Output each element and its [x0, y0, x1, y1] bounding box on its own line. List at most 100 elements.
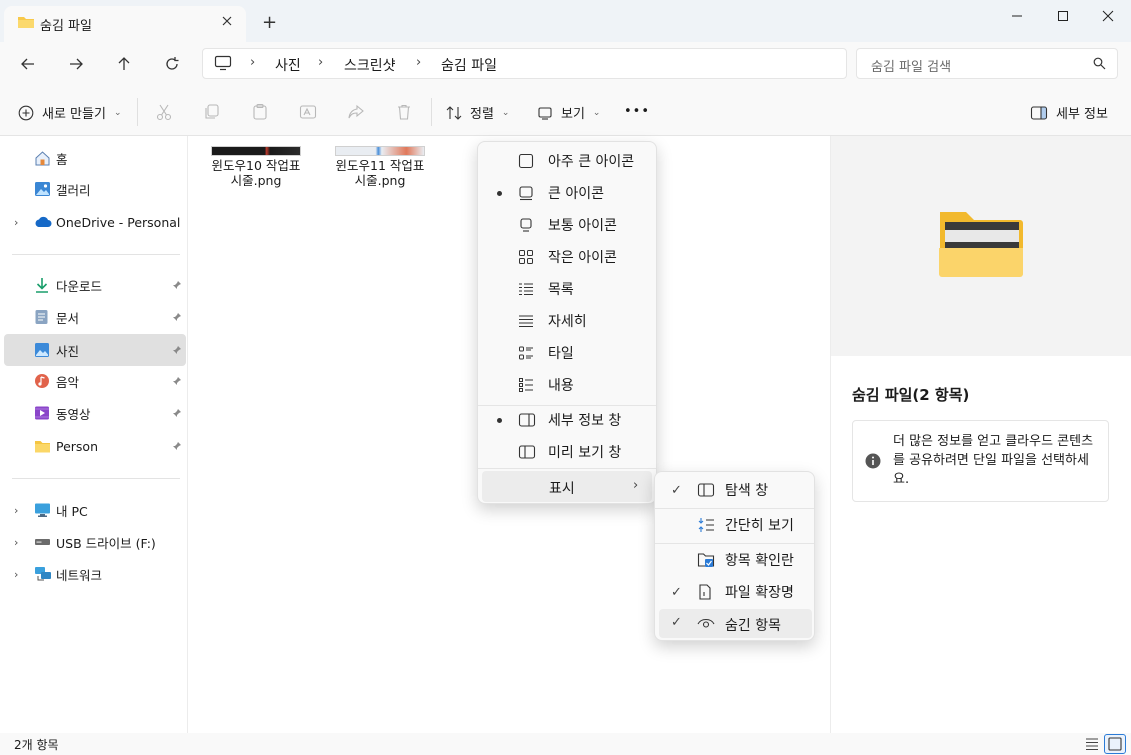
details-view-icon[interactable] — [1085, 737, 1099, 751]
menu-item-extra-large-icons[interactable]: 아주 큰 아이콘 — [478, 145, 656, 177]
chevron-down-icon: ⌄ — [592, 107, 601, 118]
sidebar-item-person[interactable]: Person — [4, 430, 186, 462]
details-icon — [518, 313, 534, 329]
forward-button[interactable] — [62, 52, 90, 76]
chevron-right-icon[interactable]: › — [250, 55, 255, 70]
small-icons-icon — [518, 249, 534, 265]
close-tab-icon[interactable] — [220, 14, 234, 28]
selected-dot — [497, 190, 502, 196]
cloud-icon — [34, 215, 52, 229]
file-thumbnail — [335, 146, 425, 156]
up-arrow-icon — [118, 57, 130, 70]
chevron-down-icon: ⌄ — [113, 107, 122, 118]
share-icon[interactable] — [347, 103, 365, 121]
chevron-right-icon[interactable]: › — [318, 55, 323, 70]
more-options-button[interactable]: ••• — [624, 104, 650, 119]
menu-item-show[interactable]: 표시 › — [482, 471, 652, 502]
menu-item-compact-view[interactable]: 간단히 보기 — [655, 509, 814, 541]
paste-icon[interactable] — [251, 103, 269, 121]
pin-icon[interactable] — [172, 312, 182, 322]
view-button[interactable]: 보기 ⌄ — [537, 103, 600, 122]
delete-icon[interactable] — [395, 103, 413, 121]
pin-icon[interactable] — [172, 280, 182, 290]
back-button[interactable] — [14, 52, 42, 76]
cut-icon[interactable] — [155, 103, 173, 121]
music-icon — [34, 373, 50, 389]
file-item[interactable]: 윈도우10 작업표시줄.png — [206, 146, 306, 188]
navigation-pane-icon — [697, 482, 715, 498]
sidebar-item-onedrive[interactable]: › OneDrive - Personal — [4, 206, 186, 238]
menu-item-medium-icons[interactable]: 보통 아이콘 — [478, 209, 656, 241]
menu-item-tiles[interactable]: 타일 — [478, 337, 656, 369]
menu-item-details[interactable]: 자세히 — [478, 305, 656, 337]
item-count: 2개 항목 — [14, 738, 59, 752]
search-icon[interactable] — [1093, 57, 1106, 70]
new-tab-button[interactable]: + — [262, 12, 277, 33]
details-pane-icon — [1030, 105, 1048, 120]
sidebar-divider — [12, 254, 180, 255]
maximize-button[interactable] — [1040, 0, 1086, 32]
sidebar-item-this-pc[interactable]: › 내 PC — [4, 494, 186, 526]
sidebar-item-documents[interactable]: 문서 — [4, 301, 186, 333]
menu-divider — [478, 468, 656, 469]
new-button[interactable]: 새로 만들기 ⌄ — [18, 103, 121, 122]
breadcrumb-item[interactable]: 스크린샷 — [344, 55, 396, 75]
menu-item-item-checkboxes[interactable]: 항목 확인란 — [655, 544, 814, 576]
pin-icon[interactable] — [172, 345, 182, 355]
menu-item-details-pane[interactable]: 세부 정보 창 — [478, 404, 656, 436]
minimize-button[interactable] — [994, 0, 1040, 32]
sidebar-item-usb-drive[interactable]: › USB 드라이브 (F:) — [4, 526, 186, 558]
details-pane-button[interactable]: 세부 정보 — [1030, 103, 1108, 122]
sidebar-item-network[interactable]: › 네트워크 — [4, 558, 186, 590]
breadcrumb-item[interactable]: 숨김 파일 — [441, 55, 497, 75]
chevron-right-icon[interactable]: › — [14, 504, 18, 517]
pictures-icon — [34, 342, 50, 358]
copy-icon[interactable] — [203, 103, 221, 121]
folder-icon — [17, 14, 35, 30]
sidebar-item-downloads[interactable]: 다운로드 — [4, 269, 186, 301]
sort-icon — [446, 105, 462, 120]
sort-button[interactable]: 정렬 ⌄ — [446, 103, 509, 122]
view-menu: 아주 큰 아이콘 큰 아이콘 보통 아이콘 작은 아이콘 목록 자세히 타일 내… — [477, 141, 657, 504]
menu-item-small-icons[interactable]: 작은 아이콘 — [478, 241, 656, 273]
large-icons-icon — [518, 185, 534, 201]
up-button[interactable] — [110, 52, 138, 76]
pin-icon[interactable] — [172, 376, 182, 386]
tiles-icon — [518, 345, 534, 361]
refresh-button[interactable] — [158, 52, 186, 76]
pin-icon[interactable] — [172, 441, 182, 451]
check-icon: ✓ — [671, 584, 682, 600]
breadcrumb-item[interactable]: 사진 — [275, 55, 301, 75]
sidebar-item-music[interactable]: 음악 — [4, 365, 186, 397]
checkbox-folder-icon — [697, 552, 715, 568]
info-text: 더 많은 정보를 얻고 클라우드 콘텐츠를 공유하려면 단일 파일을 선택하세요… — [893, 434, 1094, 487]
chevron-right-icon[interactable]: › — [14, 216, 18, 229]
chevron-right-icon[interactable]: › — [14, 536, 18, 549]
sidebar-item-gallery[interactable]: 갤러리 — [4, 173, 186, 205]
usb-drive-icon — [34, 536, 51, 548]
search-placeholder[interactable]: 숨김 파일 검색 — [871, 56, 951, 75]
status-bar — [0, 733, 1131, 755]
close-button[interactable] — [1085, 0, 1131, 32]
pin-icon[interactable] — [172, 408, 182, 418]
menu-item-navigation-pane[interactable]: ✓ 탐색 창 — [655, 474, 814, 506]
list-icon — [518, 281, 534, 297]
chevron-right-icon[interactable]: › — [416, 55, 421, 70]
chevron-right-icon[interactable]: › — [14, 568, 18, 581]
download-icon — [34, 277, 50, 293]
sidebar-item-home[interactable]: 홈 — [4, 142, 186, 174]
check-icon: ✓ — [671, 482, 682, 498]
large-icons-view-button[interactable] — [1104, 734, 1126, 754]
menu-item-content[interactable]: 내용 — [478, 369, 656, 401]
medium-icons-icon — [518, 217, 534, 233]
menu-item-hidden-items[interactable]: ✓ 숨긴 항목 — [659, 609, 812, 638]
sidebar-item-videos[interactable]: 동영상 — [4, 397, 186, 429]
sidebar-item-pictures[interactable]: 사진 — [4, 334, 186, 366]
rename-icon[interactable] — [299, 103, 317, 121]
menu-item-list[interactable]: 목록 — [478, 273, 656, 305]
menu-item-preview-pane[interactable]: 미리 보기 창 — [478, 436, 656, 468]
menu-item-large-icons[interactable]: 큰 아이콘 — [478, 177, 656, 209]
menu-item-file-extensions[interactable]: ✓ 파일 확장명 — [655, 576, 814, 608]
file-item[interactable]: 윈도우11 작업표시줄.png — [330, 146, 430, 188]
file-thumbnail — [211, 146, 301, 156]
